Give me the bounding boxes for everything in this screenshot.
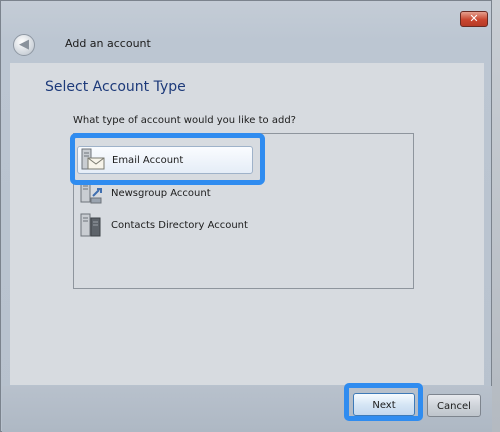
close-icon: ✕ — [469, 12, 479, 25]
email-account-highlight — [70, 133, 265, 185]
page-heading: Select Account Type — [45, 79, 186, 95]
back-arrow-icon: ◀ — [19, 37, 29, 52]
back-button[interactable]: ◀ — [13, 34, 35, 56]
cancel-button[interactable]: Cancel — [427, 394, 481, 417]
add-account-dialog: ✕ ◀ Add an account Select Account Type W… — [0, 0, 492, 432]
account-type-label: Contacts Directory Account — [111, 219, 248, 231]
next-button-highlight — [344, 383, 423, 421]
question-text: What type of account would you like to a… — [73, 115, 296, 126]
account-type-contacts-directory[interactable]: Contacts Directory Account — [79, 212, 248, 238]
directory-server-icon — [79, 212, 105, 238]
close-button[interactable]: ✕ — [460, 11, 488, 27]
dialog-title: Add an account — [65, 37, 151, 50]
account-type-label: Newsgroup Account — [111, 187, 211, 199]
